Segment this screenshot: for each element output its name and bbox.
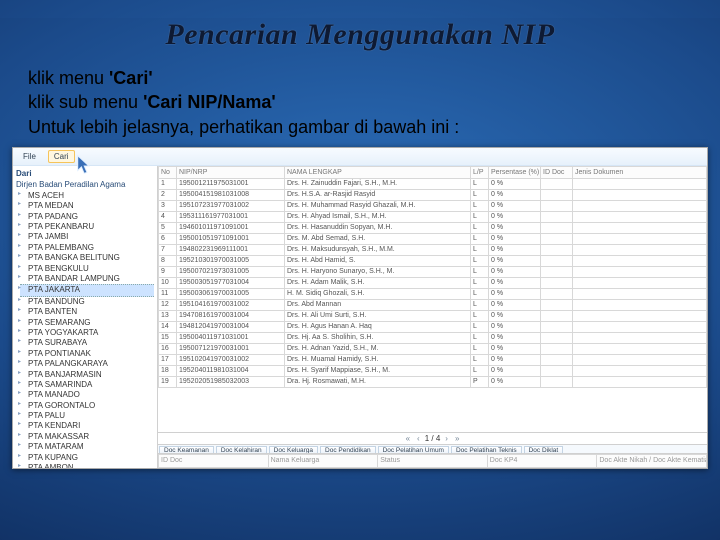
sidebar-item[interactable]: PTA BANDUNG <box>20 297 154 307</box>
sidebar-item[interactable]: PTA SURABAYA <box>20 338 154 348</box>
menubar: File Cari <box>13 148 707 166</box>
sidebar-item[interactable]: PTA MANADO <box>20 390 154 400</box>
sidebar-item[interactable]: PTA GORONTALO <box>20 401 154 411</box>
sidebar-item[interactable]: PTA MATARAM <box>20 442 154 452</box>
sidebar-tree: MS ACEHPTA MEDANPTA PADANGPTA PEKANBARUP… <box>16 191 154 468</box>
sidebar-item[interactable]: MS ACEH <box>20 191 154 201</box>
table-row[interactable]: 1195001211975031001Drs. H. Zainuddin Faj… <box>159 178 707 189</box>
sidebar-item[interactable]: PTA PONTIANAK <box>20 349 154 359</box>
sidebar-item[interactable]: PTA KENDARI <box>20 421 154 431</box>
bottom-tabs: Doc KeamananDoc KelahiranDoc KeluargaDoc… <box>158 444 707 453</box>
body-line-3: Untuk lebih jelasnya, perhatikan gambar … <box>28 115 702 139</box>
sidebar-item[interactable]: PTA BANJARMASIN <box>20 370 154 380</box>
body-line-1b: 'Cari' <box>109 68 153 88</box>
table-row[interactable]: 13194708161970031004Drs. H. Ali Umi Surt… <box>159 310 707 321</box>
table-row[interactable]: 14194812041970031004Drs. H. Agus Hanan A… <box>159 321 707 332</box>
sidebar-item[interactable]: PTA MAKASSAR <box>20 432 154 442</box>
col-pers[interactable]: Persentase (%) <box>489 166 541 178</box>
sidebar-item[interactable]: PTA PADANG <box>20 212 154 222</box>
table-row[interactable]: 19195202051985032003Dra. Hj. Rosmawati, … <box>159 376 707 387</box>
body-line-2b: 'Cari NIP/Nama' <box>143 92 276 112</box>
table-row[interactable]: 16195007121970031001Drs. H. Adnan Yazid,… <box>159 343 707 354</box>
sidebar-item[interactable]: PTA PALU <box>20 411 154 421</box>
pager-last[interactable]: » <box>453 434 461 443</box>
data-grid: No NIP/NRP NAMA LENGKAP L/P Persentase (… <box>158 166 707 432</box>
sidebar-item[interactable]: PTA BANDAR LAMPUNG <box>20 274 154 284</box>
slide-title: Pencarian Menggunakan NIP <box>0 18 720 52</box>
table-row[interactable]: 7194802231969111001Drs. H. Maksudunsyah,… <box>159 244 707 255</box>
pager-next[interactable]: › <box>443 434 450 443</box>
table-row[interactable]: 6195001051971091001Drs. M. Abd Semad, S.… <box>159 233 707 244</box>
table-row[interactable]: 4195311161977031001Drs. H. Ahyad Ismail,… <box>159 211 707 222</box>
col-nama[interactable]: NAMA LENGKAP <box>285 166 471 178</box>
main-pane: No NIP/NRP NAMA LENGKAP L/P Persentase (… <box>158 166 707 468</box>
bottom-grid: ID DocNama KeluargaStatusDoc KP4Doc Akte… <box>158 453 707 468</box>
sidebar-item[interactable]: PTA PALEMBANG <box>20 243 154 253</box>
col-lp[interactable]: L/P <box>471 166 489 178</box>
table-row[interactable]: 15195004011971031001Drs. Hj. Aa S. Sholi… <box>159 332 707 343</box>
sidebar-item[interactable]: PTA AMBON <box>20 463 154 468</box>
slide-body: klik menu 'Cari' klik sub menu 'Cari NIP… <box>28 66 702 139</box>
table-row[interactable]: 8195210301970031005Drs. H. Abd Hamid, S.… <box>159 255 707 266</box>
sidebar-subtitle: Dirjen Badan Peradilan Agama <box>16 180 154 189</box>
grid-header-row: No NIP/NRP NAMA LENGKAP L/P Persentase (… <box>159 166 707 178</box>
app-screenshot: File Cari Dari Dirjen Badan Peradilan Ag… <box>12 147 708 469</box>
bottom-col[interactable]: Nama Keluarga <box>268 454 378 467</box>
table-row[interactable]: 12195104161970031002Drs. Abd MannanL0 % <box>159 299 707 310</box>
table-row[interactable]: 5194601011971091001Drs. H. Hasanuddin So… <box>159 222 707 233</box>
table-row[interactable]: 9195007021973031005Drs. H. Haryono Sunar… <box>159 266 707 277</box>
bottom-col[interactable]: Doc Akte Nikah / Doc Akte Kematian <box>597 454 707 467</box>
bottom-col[interactable]: Doc KP4 <box>487 454 597 467</box>
sidebar-item[interactable]: PTA BENGKULU <box>20 264 154 274</box>
sidebar-item[interactable]: PTA BANTEN <box>20 307 154 317</box>
pager-prev[interactable]: ‹ <box>415 434 422 443</box>
sidebar: Dari Dirjen Badan Peradilan Agama MS ACE… <box>13 166 158 468</box>
table-row[interactable]: 2195004151981031008Drs. H.S.A. ar-Rasjid… <box>159 189 707 200</box>
menu-file[interactable]: File <box>17 150 42 163</box>
menu-cari[interactable]: Cari <box>48 150 75 163</box>
table-row[interactable]: 11195003061970031005H. M. Sidiq Ghozali,… <box>159 288 707 299</box>
sidebar-item[interactable]: PTA PEKANBARU <box>20 222 154 232</box>
pager: « ‹ 1 / 4 › » <box>158 432 707 444</box>
sidebar-item[interactable]: PTA MEDAN <box>20 201 154 211</box>
sidebar-item[interactable]: PTA BANGKA BELITUNG <box>20 253 154 263</box>
table-row[interactable]: 17195102041970031002Drs. H. Muamal Hamid… <box>159 354 707 365</box>
body-line-2a: klik sub menu <box>28 92 143 112</box>
sidebar-item[interactable]: PTA KUPANG <box>20 453 154 463</box>
body-line-1a: klik menu <box>28 68 109 88</box>
sidebar-item[interactable]: PTA SAMARINDA <box>20 380 154 390</box>
bottom-col[interactable]: Status <box>378 454 488 467</box>
sidebar-item[interactable]: PTA JAMBI <box>20 232 154 242</box>
col-nip[interactable]: NIP/NRP <box>177 166 285 178</box>
sidebar-item[interactable]: PTA PALANGKARAYA <box>20 359 154 369</box>
col-jd[interactable]: Jenis Dokumen <box>573 166 707 178</box>
table-row[interactable]: 10195003051977031004Drs. H. Adam Malik, … <box>159 277 707 288</box>
pager-page: 1 / 4 <box>425 434 441 443</box>
col-no[interactable]: No <box>159 166 177 178</box>
col-ird[interactable]: ID Doc <box>541 166 573 178</box>
sidebar-item[interactable]: PTA SEMARANG <box>20 318 154 328</box>
bottom-grid-header: ID DocNama KeluargaStatusDoc KP4Doc Akte… <box>159 454 707 467</box>
sidebar-item[interactable]: PTA YOGYAKARTA <box>20 328 154 338</box>
pager-first[interactable]: « <box>404 434 412 443</box>
bottom-col[interactable]: ID Doc <box>159 454 269 467</box>
sidebar-item[interactable]: PTA JAKARTA <box>20 284 154 296</box>
table-row[interactable]: 3195107231977031002Drs. H. Muhammad Rasy… <box>159 200 707 211</box>
table-row[interactable]: 18195204011981031004Drs. H. Syarif Mappi… <box>159 365 707 376</box>
